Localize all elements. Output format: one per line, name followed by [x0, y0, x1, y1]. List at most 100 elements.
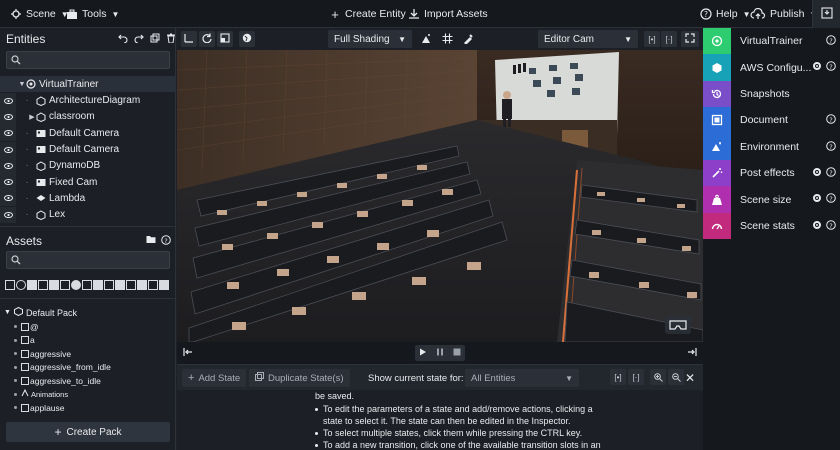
side-item-document[interactable]: Document ? — [703, 107, 840, 134]
side-item-snapshots[interactable]: Snapshots — [703, 80, 840, 108]
filter-doc-icon[interactable] — [137, 280, 147, 290]
side-item-post-effects[interactable]: Post effects ? — [703, 160, 840, 187]
asset-item[interactable]: Animations — [14, 388, 68, 401]
eye-icon[interactable] — [0, 141, 16, 158]
eye-icon[interactable] — [0, 157, 16, 174]
pause-icon[interactable] — [436, 347, 444, 359]
filter-material-icon[interactable] — [60, 280, 70, 290]
gear-icon[interactable] — [812, 167, 822, 180]
filter-video-icon[interactable] — [126, 280, 136, 290]
filter-sound-icon[interactable] — [38, 280, 48, 290]
scene-menu[interactable]: Scene ▼ — [10, 0, 69, 28]
entity-filter-select[interactable]: All Entities ▼ — [465, 369, 579, 387]
collapse-arrow-icon[interactable]: ▼ — [18, 81, 26, 88]
collapse-arrow-icon[interactable]: ▼ — [4, 309, 11, 316]
vr-headset-icon[interactable] — [669, 320, 687, 333]
help-icon[interactable]: ? — [826, 219, 836, 233]
filter-all-icon[interactable] — [5, 280, 15, 290]
help-menu[interactable]: ? Help ▼ — [700, 0, 751, 28]
delete-icon[interactable] — [166, 33, 176, 46]
gear-icon[interactable] — [812, 61, 822, 74]
help-icon[interactable]: ? — [826, 114, 836, 127]
close-icon[interactable]: ✕ — [685, 371, 695, 385]
collapse-left-icon[interactable] — [183, 347, 193, 360]
filter-mesh-icon[interactable] — [71, 280, 81, 290]
assets-search-input[interactable] — [6, 251, 170, 269]
entities-search-input[interactable] — [6, 51, 170, 69]
zoom-out-icon[interactable] — [668, 369, 684, 385]
grid-icon[interactable] — [442, 33, 453, 47]
frame-states-icon[interactable]: [·] — [628, 369, 644, 385]
filter-image-icon[interactable] — [49, 280, 59, 290]
side-item-scene-stats[interactable]: Scene stats ? — [703, 212, 840, 240]
focus-state-icon[interactable]: [•] — [610, 369, 626, 385]
undo-icon[interactable] — [118, 33, 128, 46]
global-local-toggle[interactable] — [239, 31, 255, 47]
duplicate-state-button[interactable]: Duplicate State(s) — [249, 369, 350, 387]
create-entity-button[interactable]: + Create Entity — [329, 0, 406, 28]
scene-viewport[interactable] — [177, 50, 703, 342]
entity-row-lambda[interactable]: · Lambda — [0, 190, 176, 207]
eye-icon[interactable] — [0, 125, 16, 142]
entity-row-default-camera-1[interactable]: · Default Camera — [0, 125, 176, 142]
asset-pack-default[interactable]: ▼ Default Pack — [4, 306, 77, 319]
gear-icon[interactable] — [812, 220, 822, 233]
filter-script-icon[interactable] — [27, 280, 37, 290]
entity-row-default-camera-2[interactable]: · Default Camera — [0, 141, 176, 158]
side-item-scene-size[interactable]: Scene size ? — [703, 186, 840, 213]
entity-row-classroom[interactable]: ▶ classroom — [0, 108, 176, 125]
side-item-aws-configuration[interactable]: AWS Configu... ? — [703, 54, 840, 81]
fullscreen-button[interactable] — [681, 31, 699, 47]
expand-arrow-icon[interactable]: ▶ — [28, 113, 36, 121]
transform-tool-button[interactable] — [181, 31, 197, 47]
collapse-right-icon[interactable] — [687, 347, 697, 360]
filter-light-icon[interactable] — [148, 280, 158, 290]
filter-animation-icon[interactable] — [82, 280, 92, 290]
focus-selection-button[interactable]: [•] — [644, 31, 660, 47]
filter-other-icon[interactable] — [159, 280, 169, 290]
create-pack-button[interactable]: + Create Pack — [6, 422, 170, 442]
help-icon[interactable]: ? — [826, 193, 836, 206]
duplicate-icon[interactable] — [150, 33, 160, 46]
folder-icon[interactable] — [146, 235, 156, 248]
eyedropper-icon[interactable] — [463, 33, 474, 47]
help-icon[interactable]: ? — [826, 61, 836, 74]
filter-camera-icon[interactable] — [93, 280, 103, 290]
asset-item[interactable]: @ — [14, 320, 39, 333]
asset-item[interactable]: aggressive_to_idle — [14, 374, 101, 387]
filter-text-icon[interactable] — [115, 280, 125, 290]
side-item-virtualtrainer[interactable]: VirtualTrainer ? — [703, 28, 840, 55]
gear-icon[interactable] — [812, 193, 822, 206]
zoom-in-icon[interactable] — [650, 369, 666, 385]
shading-select[interactable]: Full Shading ▼ — [328, 30, 412, 48]
frame-all-button[interactable]: [·] — [661, 31, 677, 47]
filter-entity-icon[interactable] — [16, 280, 26, 290]
notifications-button[interactable] — [812, 0, 840, 28]
filter-audio-icon[interactable] — [104, 280, 114, 290]
entity-row-fixed-cam[interactable]: · Fixed Cam — [0, 174, 176, 191]
eye-icon[interactable] — [0, 190, 16, 207]
entity-row-lex[interactable]: · Lex — [0, 206, 176, 223]
help-icon[interactable]: ? — [826, 140, 836, 154]
asset-item[interactable]: a — [14, 334, 35, 347]
redo-icon[interactable] — [134, 33, 144, 46]
side-item-environment[interactable]: Environment ? — [703, 133, 840, 160]
eye-icon[interactable] — [0, 174, 16, 191]
entity-row-dynamodb[interactable]: · DynamoDB — [0, 157, 176, 174]
entity-row-architecturediagram[interactable]: · ArchitectureDiagram — [0, 92, 176, 109]
help-icon[interactable]: ? — [826, 35, 836, 48]
asset-item[interactable]: applause — [14, 401, 65, 414]
add-state-button[interactable]: + Add State — [182, 369, 247, 387]
asset-item[interactable]: aggressive — [14, 347, 71, 360]
help-icon[interactable]: ? — [826, 167, 836, 180]
lighting-icon[interactable] — [421, 33, 432, 47]
entity-row-virtualtrainer[interactable]: ▼ VirtualTrainer — [0, 76, 176, 93]
publish-menu[interactable]: Publish ▼ — [750, 0, 817, 28]
import-assets-button[interactable]: Import Assets — [408, 0, 488, 28]
eye-icon[interactable] — [0, 108, 16, 125]
help-icon[interactable]: ? — [161, 235, 171, 248]
eye-icon[interactable] — [0, 92, 16, 109]
eye-icon[interactable] — [0, 206, 16, 223]
scale-tool-button[interactable] — [217, 31, 233, 47]
rotate-tool-button[interactable] — [199, 31, 215, 47]
